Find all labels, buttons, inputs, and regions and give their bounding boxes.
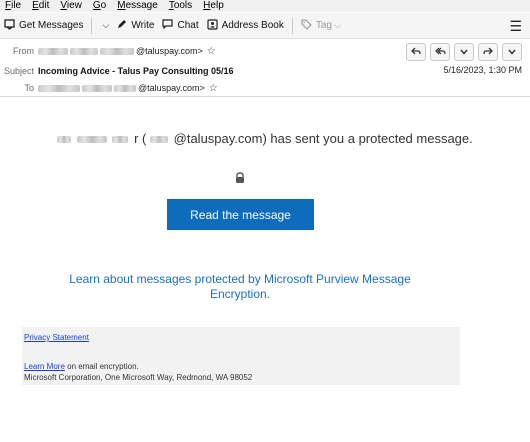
write-icon [117,19,127,32]
chevron-down-icon: ⌵ [102,20,110,30]
redacted-text [38,47,68,55]
get-messages-label: Get Messages [19,20,84,31]
reply-all-icon [434,46,446,59]
menu-view[interactable]: View [55,0,88,12]
write-label: Write [131,20,155,31]
reply-more-button[interactable] [454,43,474,61]
learn-more-link[interactable]: Learn More [24,362,65,371]
get-messages-icon [4,18,15,33]
redacted-text [76,136,107,144]
chat-icon [162,19,174,32]
tag-button[interactable]: Tag ⌵ [297,16,345,36]
toolbar-separator [291,17,293,34]
to-label: To [24,83,34,93]
redacted-text [150,136,169,144]
learn-more-line: Learn More on email encryption. [24,362,139,371]
message-footer: Privacy Statement Learn More on email en… [22,327,460,385]
message-body: r ( @taluspay.com) has sent you a protec… [0,98,530,442]
chevron-down-icon: ⌵ [333,20,341,30]
chevron-down-icon [460,47,468,58]
subject-label: Subject [3,66,34,76]
redacted-text [57,136,72,144]
to-row: To @taluspay.com> ☆ [0,81,218,95]
menu-message[interactable]: Message [112,0,164,12]
address-book-button[interactable]: Address Book [203,16,288,36]
get-messages-button[interactable]: Get Messages [0,16,87,36]
read-message-button[interactable]: Read the message [167,199,314,230]
forward-button[interactable] [478,43,498,61]
corporate-address: Microsoft Corporation, One Microsoft Way… [24,373,253,382]
lock-icon [233,171,247,185]
forward-icon [483,46,493,59]
message-datetime: 5/16/2023, 1:30 PM [443,65,522,75]
reply-icon [411,46,421,59]
redacted-text [100,47,134,55]
write-button[interactable]: Write [113,16,158,36]
redacted-text [112,136,129,144]
privacy-statement-link[interactable]: Privacy Statement [24,333,89,342]
star-icon[interactable]: ☆ [209,83,218,94]
chat-button[interactable]: Chat [158,16,202,36]
from-row: From @taluspay.com> ☆ [0,44,216,58]
from-label: From [13,46,34,56]
learn-about-encryption-link[interactable]: Learn about messages protected by Micros… [55,272,425,302]
menu-bar: File Edit View Go Message Tools Help [0,0,530,12]
redacted-text [82,84,112,92]
protected-message-notice: r ( @taluspay.com) has sent you a protec… [0,131,530,146]
subject-text: Incoming Advice - Talus Pay Consulting 0… [38,66,234,76]
sender-domain-text: @taluspay.com) has sent you a protected … [173,131,473,146]
from-address[interactable]: @taluspay.com> [136,46,203,56]
hamburger-icon[interactable]: ☰ [509,17,522,35]
redacted-text [70,47,98,55]
toolbar: Get Messages ⌵ Write Chat Address Book T… [0,13,530,39]
subject-row: Subject Incoming Advice - Talus Pay Cons… [0,64,234,78]
star-icon[interactable]: ☆ [207,46,216,57]
reply-button[interactable] [406,43,426,61]
menu-tools[interactable]: Tools [164,0,198,12]
address-book-label: Address Book [221,20,284,31]
address-book-icon [206,18,218,33]
sender-prefix: r ( [134,131,147,146]
redacted-text [38,84,80,92]
chat-label: Chat [177,20,199,31]
more-button[interactable] [502,43,522,61]
tag-icon [301,18,312,33]
menu-file[interactable]: File [0,0,27,12]
redacted-text [114,84,136,92]
get-messages-dropdown[interactable]: ⌵ [96,16,113,36]
toolbar-separator [91,17,93,34]
learn-more-suffix: on email encryption. [64,362,139,371]
menu-edit[interactable]: Edit [27,0,55,12]
message-header: From @taluspay.com> ☆ Subject Incoming A… [0,39,530,97]
more-icon [508,47,516,58]
reply-all-button[interactable] [430,43,450,61]
menu-help[interactable]: Help [198,0,230,12]
tag-label: Tag [315,20,332,31]
to-address[interactable]: @taluspay.com> [138,83,205,93]
message-action-buttons [406,43,522,61]
menu-go[interactable]: Go [88,0,112,12]
